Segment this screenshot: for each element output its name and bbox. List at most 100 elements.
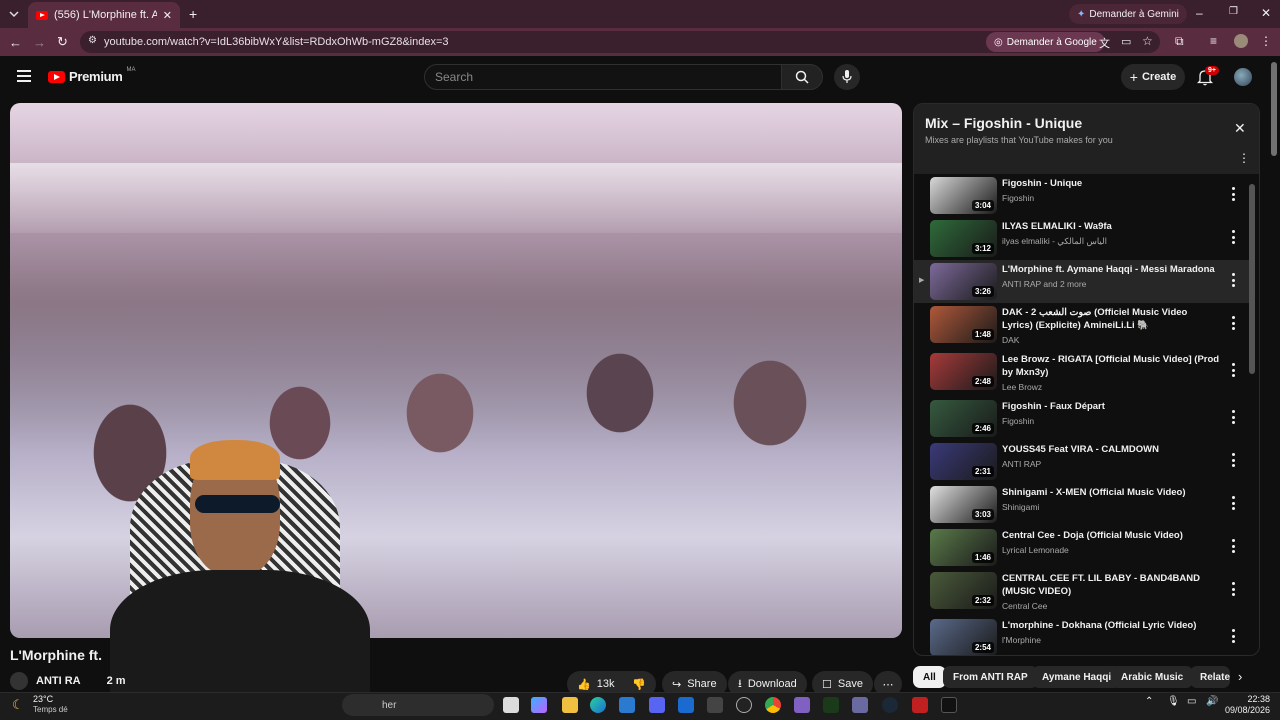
playlist-item[interactable]: 3:12 ILYAS ELMALIKI - Wa9fa ilyas elmaliki… <box>914 217 1249 260</box>
item-menu-icon[interactable] <box>1231 453 1235 467</box>
gemini-button[interactable]: ✦ Demander à Gemini <box>1069 4 1187 24</box>
item-menu-icon[interactable] <box>1231 230 1235 244</box>
discord-icon[interactable] <box>649 697 665 713</box>
obs-icon[interactable] <box>736 697 752 713</box>
taskbar-search[interactable]: her <box>342 694 494 716</box>
reload-icon[interactable]: ↻ <box>57 34 68 50</box>
app-dark-icon[interactable] <box>941 697 957 713</box>
tray-chevron-icon[interactable]: ⌃ <box>1145 696 1153 707</box>
translate-icon[interactable]: 文 <box>1099 35 1110 51</box>
playlist-item[interactable]: 1:48 DAK - 2 صوت الشعب (Officiel Music Vi… <box>914 303 1249 350</box>
playlist-item[interactable]: 1:46 Central Cee - Doja (Official Music V… <box>914 526 1249 569</box>
playlist-thumbnail[interactable]: 3:26 <box>930 263 997 300</box>
profile-avatar[interactable] <box>1234 34 1248 48</box>
filter-chip[interactable]: Relate <box>1190 666 1230 688</box>
steam-icon[interactable] <box>882 697 898 713</box>
new-tab-icon[interactable]: + <box>189 6 197 22</box>
playlist-item[interactable]: ▶ 3:26 L'Morphine ft. Aymane Haqqi - Messi… <box>914 260 1249 303</box>
playlist-item-channel: Lyrical Lemonade <box>1002 545 1069 555</box>
duration-badge: 3:26 <box>971 286 994 297</box>
item-menu-icon[interactable] <box>1231 629 1235 643</box>
channel-avatar[interactable] <box>10 672 28 690</box>
item-menu-icon[interactable] <box>1231 539 1235 553</box>
copilot-icon[interactable] <box>531 697 547 713</box>
inbox-icon[interactable] <box>707 697 723 713</box>
playlist-thumbnail[interactable]: 2:48 <box>930 353 997 390</box>
voice-search-button[interactable] <box>834 64 860 90</box>
filter-chip[interactable]: From ANTI RAP <box>943 666 1038 688</box>
item-menu-icon[interactable] <box>1231 582 1235 596</box>
playlist-thumbnail[interactable]: 1:48 <box>930 306 997 343</box>
playlist-item[interactable]: 2:46 Figoshin - Faux Départ Figoshin <box>914 397 1249 440</box>
playlist-thumbnail[interactable]: 3:04 <box>930 177 997 214</box>
store-icon[interactable] <box>619 697 635 713</box>
tray-volume-icon[interactable]: 🔊 <box>1206 696 1218 707</box>
filter-chip[interactable]: Aymane Haqqi <box>1032 666 1122 688</box>
filter-chip[interactable]: Arabic Music <box>1111 666 1194 688</box>
reading-list-icon[interactable]: ≡ <box>1210 34 1217 48</box>
bookmark-star-icon[interactable]: ☆ <box>1142 34 1153 48</box>
app-a-icon[interactable] <box>823 697 839 713</box>
item-menu-icon[interactable] <box>1231 363 1235 377</box>
chips-next-icon[interactable]: › <box>1238 669 1242 684</box>
taskbar-clock[interactable]: 22:38 09/08/2026 <box>1224 694 1270 716</box>
tab-close-icon[interactable]: ✕ <box>163 9 172 22</box>
item-menu-icon[interactable] <box>1231 273 1235 287</box>
hamburger-menu-icon[interactable] <box>17 70 31 82</box>
extensions-icon[interactable]: ⧉ <box>1175 34 1184 49</box>
edge-icon[interactable] <box>590 697 606 713</box>
minimize-icon[interactable]: – <box>1196 6 1203 20</box>
search-input[interactable]: Search <box>424 64 782 90</box>
tab-list-chevron-icon[interactable] <box>8 7 20 19</box>
playlist-item[interactable]: 2:48 Lee Browz - RIGATA [Official Music V… <box>914 350 1249 397</box>
chrome-icon[interactable] <box>765 697 781 713</box>
playlist-item[interactable]: 3:03 Shinigami - X-MEN (Official Music Vi… <box>914 483 1249 526</box>
gamepad-icon[interactable] <box>794 697 810 713</box>
youtube-premium-logo[interactable]: Premium MA <box>48 67 136 84</box>
weather-temp[interactable]: 23°C <box>33 694 53 704</box>
controller-icon[interactable] <box>852 697 868 713</box>
playlist-item[interactable]: 2:54 L'morphine - Dokhana (Official Lyric… <box>914 616 1249 655</box>
playlist-item-title: L'Morphine ft. Aymane Haqqi - Messi Mara… <box>1002 264 1215 275</box>
task-view-icon[interactable] <box>503 697 519 713</box>
playlist-thumbnail[interactable]: 2:31 <box>930 443 997 480</box>
app-red-icon[interactable] <box>912 697 928 713</box>
window-close-icon[interactable]: ✕ <box>1261 6 1271 20</box>
mail-icon[interactable] <box>678 697 694 713</box>
channel-name[interactable]: ANTI RA <box>36 675 81 687</box>
restore-icon[interactable]: ❐ <box>1229 6 1238 17</box>
forward-icon[interactable]: → <box>33 35 46 50</box>
account-avatar[interactable] <box>1234 68 1252 86</box>
notifications-button[interactable]: 9+ <box>1196 66 1219 86</box>
playlist-item[interactable]: 3:04 Figoshin - Unique Figoshin <box>914 174 1249 217</box>
page-scrollbar[interactable] <box>1271 62 1277 156</box>
item-menu-icon[interactable] <box>1231 410 1235 424</box>
item-menu-icon[interactable] <box>1231 187 1235 201</box>
playlist-item[interactable]: 2:32 CENTRAL CEE FT. LIL BABY - BAND4BAND… <box>914 569 1249 616</box>
playlist-thumbnail[interactable]: 2:32 <box>930 572 997 609</box>
cast-icon[interactable]: ▭ <box>1121 35 1131 48</box>
item-menu-icon[interactable] <box>1231 496 1235 510</box>
plus-icon: + <box>1129 69 1138 85</box>
browser-menu-icon[interactable]: ⋮ <box>1260 34 1272 48</box>
playlist-thumbnail[interactable]: 2:46 <box>930 400 997 437</box>
tray-mic-icon[interactable]: 🎙 <box>1167 696 1180 707</box>
tray-network-icon[interactable]: ▭ <box>1187 696 1196 707</box>
browser-tab-active[interactable]: (556) L'Morphine ft. Aymane Ha... ✕ <box>28 2 180 28</box>
ask-google-button[interactable]: ◎ Demander à Google <box>986 32 1105 52</box>
site-info-icon[interactable]: ⚙ <box>88 35 97 46</box>
playlist-thumbnail[interactable]: 2:54 <box>930 619 997 655</box>
create-button[interactable]: + Create <box>1121 64 1185 90</box>
playlist-scrollbar[interactable] <box>1249 184 1255 374</box>
search-button[interactable] <box>781 64 823 90</box>
playlist-thumbnail[interactable]: 3:03 <box>930 486 997 523</box>
file-explorer-icon[interactable] <box>562 697 578 713</box>
item-menu-icon[interactable] <box>1231 316 1235 330</box>
playlist-item[interactable]: 2:31 YOUSS45 Feat VIRA - CALMDOWN ANTI RAP <box>914 440 1249 483</box>
playlist-menu-icon[interactable]: ⋮ <box>1238 151 1250 165</box>
filter-chip[interactable]: All <box>913 666 946 688</box>
back-icon[interactable]: ← <box>9 35 22 50</box>
playlist-thumbnail[interactable]: 1:46 <box>930 529 997 566</box>
playlist-close-icon[interactable]: ✕ <box>1234 120 1246 137</box>
playlist-thumbnail[interactable]: 3:12 <box>930 220 997 257</box>
